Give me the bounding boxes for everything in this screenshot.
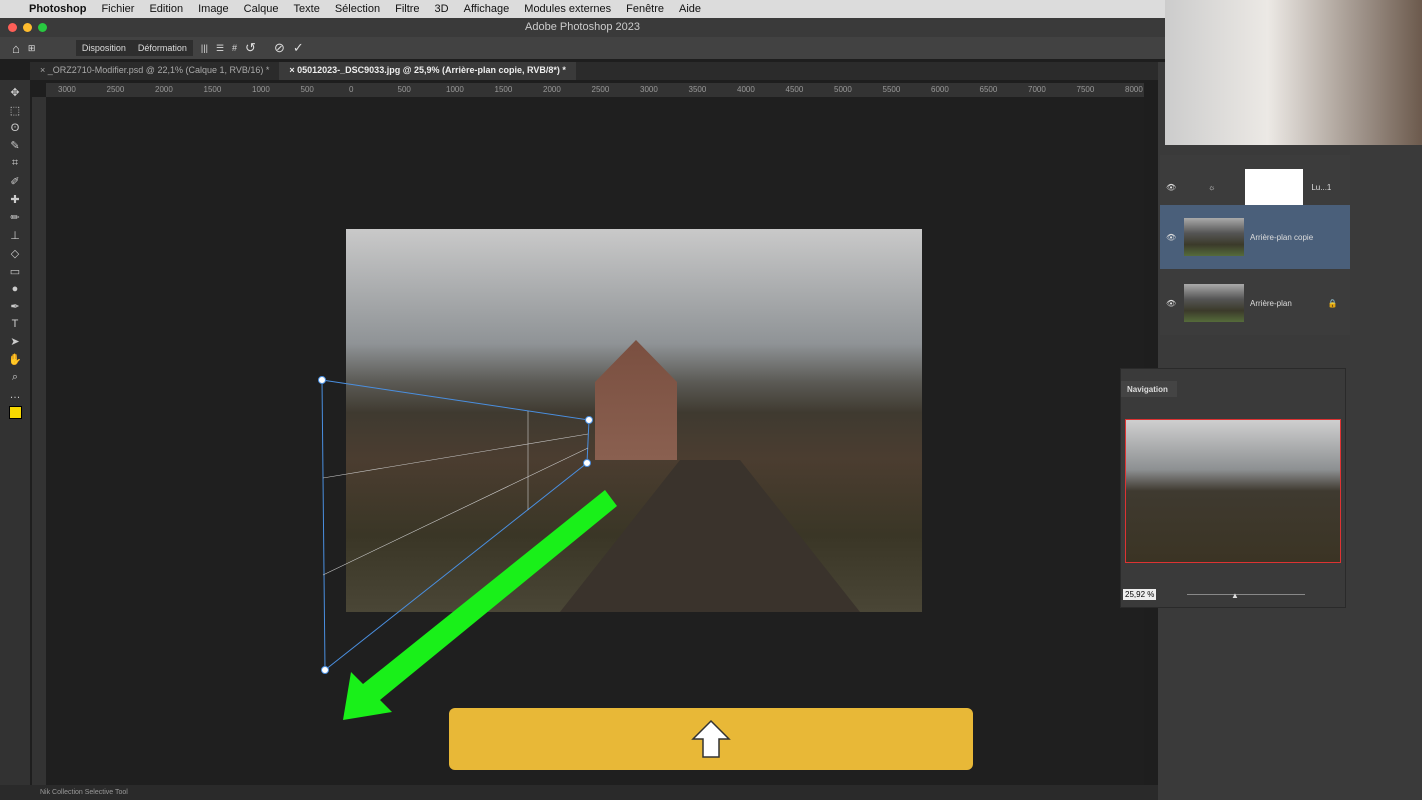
- layer-name: Arrière-plan copie: [1250, 232, 1314, 242]
- warp-handle[interactable]: [318, 376, 326, 384]
- eye-icon[interactable]: 👁: [1166, 299, 1176, 308]
- layer-name: Lu...1: [1311, 182, 1332, 192]
- warp-handle[interactable]: [321, 666, 329, 674]
- eye-icon[interactable]: 👁: [1166, 233, 1176, 242]
- warp-handle[interactable]: [585, 416, 593, 424]
- zoom-value-input[interactable]: 25,92 %: [1123, 589, 1157, 600]
- arrow-up-icon: [691, 719, 731, 758]
- layers-panel: 👁 ☼ Lu...1 👁 Arrière-plan copie 👁 Arrièr…: [1160, 155, 1350, 335]
- brightness-icon: ☼: [1208, 182, 1216, 192]
- mask-thumbnail: [1245, 169, 1304, 205]
- green-arrow-annotation: [343, 490, 617, 720]
- zoom-slider[interactable]: [1187, 594, 1305, 595]
- navigation-preview[interactable]: [1125, 419, 1341, 563]
- layer-row[interactable]: 👁 Arrière-plan 🔒: [1160, 271, 1350, 335]
- yellow-banner: [449, 708, 973, 770]
- eye-icon[interactable]: 👁: [1166, 183, 1176, 192]
- layer-name: Arrière-plan: [1250, 298, 1292, 308]
- layer-thumbnail: [1184, 218, 1244, 256]
- zoom-slider-handle[interactable]: ▲: [1231, 591, 1239, 600]
- status-bar: Nik Collection Selective Tool: [0, 785, 1158, 800]
- warp-overlay: [318, 376, 617, 720]
- navigation-title: Navigation: [1121, 381, 1177, 397]
- warp-handle[interactable]: [583, 459, 591, 467]
- layer-row-selected[interactable]: 👁 Arrière-plan copie: [1160, 205, 1350, 269]
- navigation-panel: Navigation 25,92 % ▲: [1120, 368, 1346, 608]
- layer-thumbnail: [1184, 284, 1244, 322]
- lock-icon: 🔒: [1327, 298, 1338, 308]
- webcam-overlay: [1165, 0, 1422, 145]
